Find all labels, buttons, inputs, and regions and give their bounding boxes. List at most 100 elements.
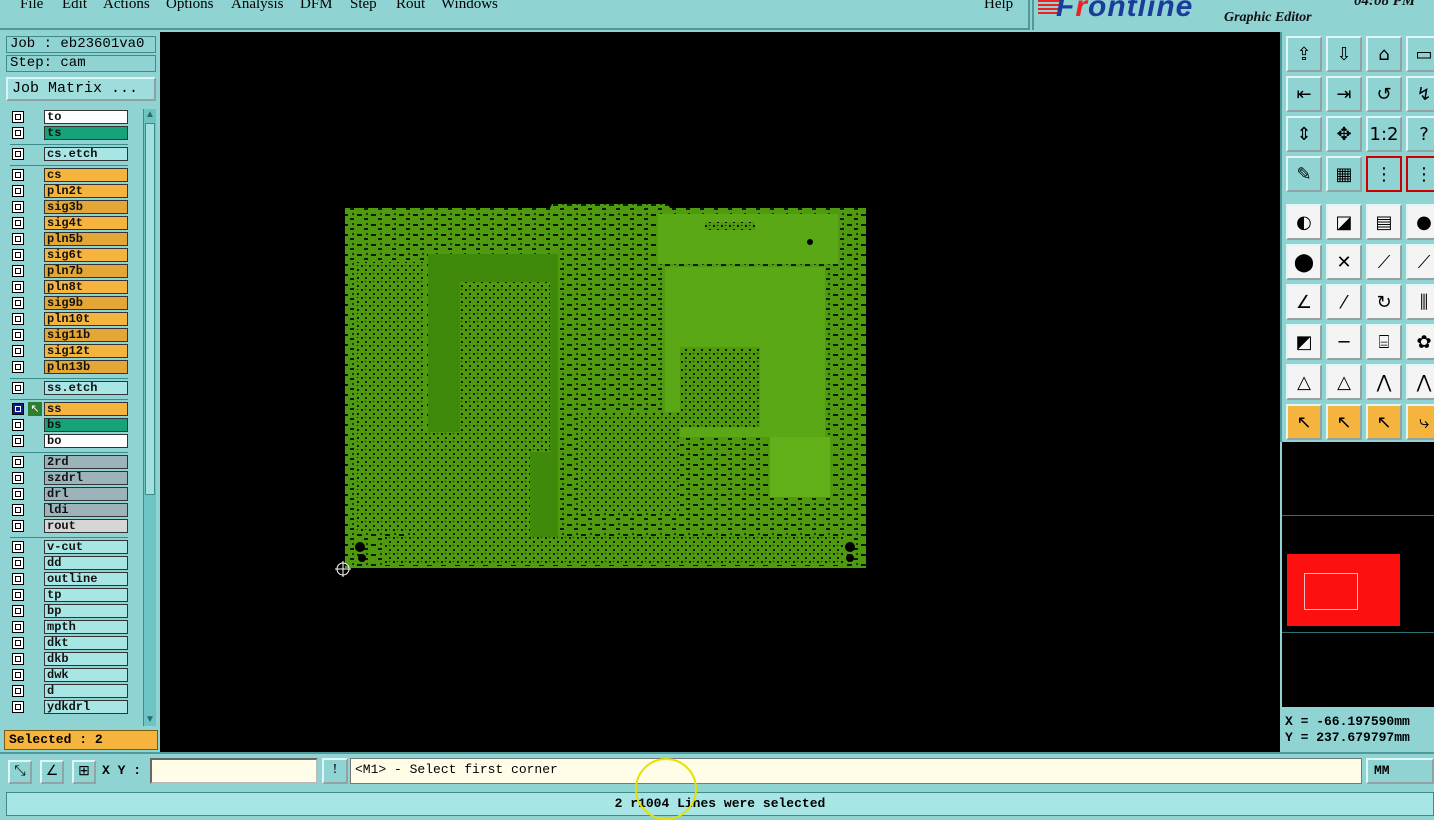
- layer-name[interactable]: 2rd: [44, 455, 128, 469]
- layer-affected-checkbox[interactable]: [12, 403, 24, 415]
- layer-name[interactable]: dkb: [44, 652, 128, 666]
- layer-list-scrollbar[interactable]: ▲ ▼: [143, 109, 156, 726]
- layer-row[interactable]: sig6t: [8, 248, 130, 263]
- layer-affected-checkbox[interactable]: [12, 419, 24, 431]
- scroll-down-icon[interactable]: ▼: [144, 714, 156, 726]
- view-home-icon[interactable]: ⇪: [1286, 36, 1322, 72]
- layer-name[interactable]: cs.etch: [44, 147, 128, 161]
- layer-name[interactable]: mpth: [44, 620, 128, 634]
- select-icon[interactable]: ↖: [1326, 404, 1362, 440]
- layer-name[interactable]: to: [44, 110, 128, 124]
- layer-row[interactable]: pln13b: [8, 360, 130, 375]
- undo-icon[interactable]: ↺: [1366, 76, 1402, 112]
- layer-affected-checkbox[interactable]: [12, 345, 24, 357]
- layer-row[interactable]: tp: [8, 588, 130, 603]
- menu-step[interactable]: Step: [350, 0, 377, 13]
- layer-name[interactable]: bo: [44, 434, 128, 448]
- layer-tool-icon[interactable]: ⋮: [1366, 156, 1402, 192]
- layer-row[interactable]: ts: [8, 126, 130, 141]
- layer-name[interactable]: d: [44, 684, 128, 698]
- layer-affected-checkbox[interactable]: [12, 520, 24, 532]
- layer-row[interactable]: pln7b: [8, 264, 130, 279]
- layer-affected-checkbox[interactable]: [12, 669, 24, 681]
- layer-affected-checkbox[interactable]: [12, 488, 24, 500]
- job-matrix-button[interactable]: Job Matrix ...: [6, 77, 156, 101]
- triangle-icon[interactable]: △: [1286, 364, 1322, 400]
- step-icon[interactable]: ⤷: [1406, 404, 1434, 440]
- layer-name[interactable]: rout: [44, 519, 128, 533]
- menu-file[interactable]: File: [20, 0, 43, 13]
- pan-icon[interactable]: ✥: [1326, 116, 1362, 152]
- layer-affected-checkbox[interactable]: [12, 589, 24, 601]
- menu-windows[interactable]: Windows: [441, 0, 498, 13]
- angle-icon[interactable]: ∠: [1286, 284, 1322, 320]
- pan-left-icon[interactable]: ⇤: [1286, 76, 1322, 112]
- scroll-up-icon[interactable]: ▲: [144, 109, 156, 121]
- layer-row[interactable]: ss.etch: [8, 381, 130, 396]
- layer-name[interactable]: pln5b: [44, 232, 128, 246]
- layer-affected-checkbox[interactable]: [12, 185, 24, 197]
- layer-affected-checkbox[interactable]: [12, 382, 24, 394]
- layer-affected-checkbox[interactable]: [12, 111, 24, 123]
- zoom-1-2-icon[interactable]: 1:2: [1366, 116, 1402, 152]
- layer-name[interactable]: sig3b: [44, 200, 128, 214]
- menu-edit[interactable]: Edit: [62, 0, 87, 13]
- layer-name[interactable]: pln8t: [44, 280, 128, 294]
- xy-input[interactable]: [150, 758, 318, 784]
- segment-icon[interactable]: ─: [1326, 324, 1362, 360]
- layer-row[interactable]: cs: [8, 168, 130, 183]
- layer-row[interactable]: sig12t: [8, 344, 130, 359]
- pad-icon[interactable]: ◐: [1286, 204, 1322, 240]
- layer-affected-checkbox[interactable]: [12, 329, 24, 341]
- layer-name[interactable]: pln13b: [44, 360, 128, 374]
- layer-affected-checkbox[interactable]: [12, 313, 24, 325]
- layer-affected-checkbox[interactable]: [12, 456, 24, 468]
- layer-row[interactable]: outline: [8, 572, 130, 587]
- layer-row[interactable]: dkt: [8, 636, 130, 651]
- layer-row[interactable]: pln8t: [8, 280, 130, 295]
- overview-viewport[interactable]: [1287, 554, 1400, 626]
- layer-name[interactable]: dwk: [44, 668, 128, 682]
- layer-affected-checkbox[interactable]: [12, 249, 24, 261]
- layer-affected-checkbox[interactable]: [12, 504, 24, 516]
- layer-row[interactable]: sig3b: [8, 200, 130, 215]
- layer-row[interactable]: bo: [8, 434, 130, 449]
- layer-row[interactable]: 2rd: [8, 455, 130, 470]
- window-icon[interactable]: ▭: [1406, 36, 1434, 72]
- layer-affected-checkbox[interactable]: [12, 653, 24, 665]
- layer-affected-checkbox[interactable]: [12, 233, 24, 245]
- layer-row[interactable]: dkb: [8, 652, 130, 667]
- layer-affected-checkbox[interactable]: [12, 621, 24, 633]
- layer-affected-checkbox[interactable]: [12, 573, 24, 585]
- layer-name[interactable]: dkt: [44, 636, 128, 650]
- arc-icon[interactable]: ⋀: [1406, 364, 1434, 400]
- move-icon[interactable]: ⟋: [1366, 244, 1402, 280]
- layer-affected-checkbox[interactable]: [12, 685, 24, 697]
- zoom-fit-icon[interactable]: ⇕: [1286, 116, 1322, 152]
- layer-row[interactable]: szdrl: [8, 471, 130, 486]
- layer-name[interactable]: pln10t: [44, 312, 128, 326]
- layer-name[interactable]: sig11b: [44, 328, 128, 342]
- layer-name[interactable]: bp: [44, 604, 128, 618]
- layer-row[interactable]: pln10t: [8, 312, 130, 327]
- execute-icon[interactable]: !: [322, 758, 348, 784]
- layer-row[interactable]: rout: [8, 519, 130, 534]
- layer-affected-checkbox[interactable]: [12, 361, 24, 373]
- layer-name[interactable]: dd: [44, 556, 128, 570]
- layer-row[interactable]: sig4t: [8, 216, 130, 231]
- delete-icon[interactable]: ✕: [1326, 244, 1362, 280]
- triangle-icon[interactable]: △: [1326, 364, 1362, 400]
- layer-row[interactable]: ydkdrl: [8, 700, 130, 715]
- layer-row[interactable]: mpth: [8, 620, 130, 635]
- layer-affected-checkbox[interactable]: [12, 557, 24, 569]
- view-back-icon[interactable]: ⇩: [1326, 36, 1362, 72]
- layer-row[interactable]: pln2t: [8, 184, 130, 199]
- pcb-view[interactable]: [160, 32, 1280, 752]
- layer-affected-checkbox[interactable]: [12, 435, 24, 447]
- layer-name[interactable]: v-cut: [44, 540, 128, 554]
- layer-affected-checkbox[interactable]: [12, 127, 24, 139]
- layer-row[interactable]: ldi: [8, 503, 130, 518]
- menu-dfm[interactable]: DFM: [300, 0, 333, 13]
- layer-name[interactable]: sig6t: [44, 248, 128, 262]
- layer-affected-checkbox[interactable]: [12, 297, 24, 309]
